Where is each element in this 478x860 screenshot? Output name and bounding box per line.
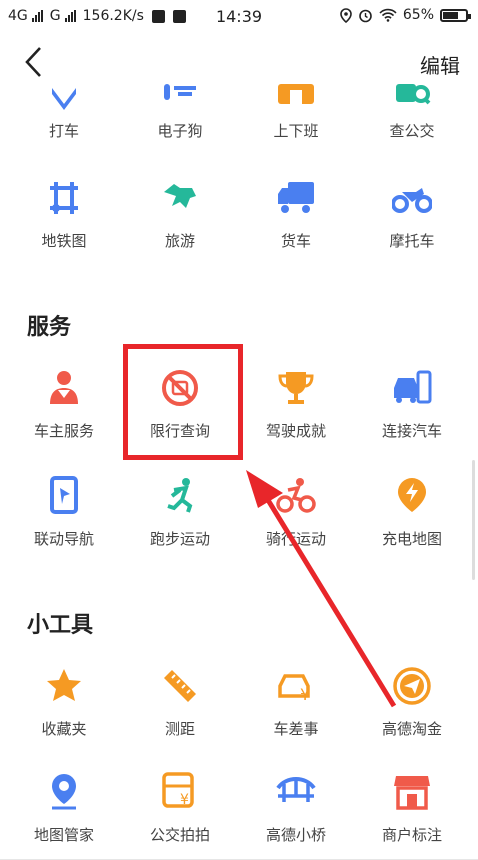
scrollbar[interactable] [472, 460, 475, 580]
annotation-arrow-icon [246, 470, 397, 708]
